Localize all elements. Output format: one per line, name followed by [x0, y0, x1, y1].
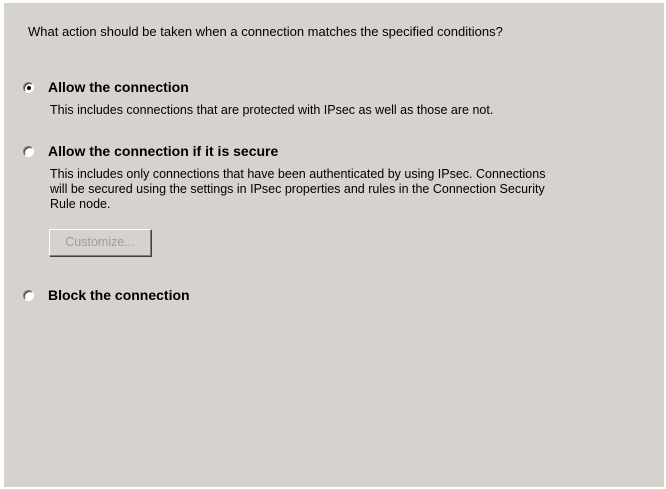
radio-button-allow[interactable]: [23, 81, 34, 93]
radio-button-allow-secure[interactable]: [23, 145, 34, 157]
question-text: What action should be taken when a conne…: [28, 24, 503, 39]
option-description-allow-secure: This includes only connections that have…: [50, 167, 650, 212]
radio-option-allow[interactable]: Allow the connection: [23, 79, 189, 95]
customize-button[interactable]: Customize...: [49, 229, 151, 256]
description-line: This includes only connections that have…: [50, 167, 546, 181]
description-line: This includes connections that are prote…: [50, 103, 494, 117]
option-label-block: Block the connection: [48, 287, 190, 303]
dialog-panel: What action should be taken when a conne…: [4, 3, 664, 487]
option-label-allow: Allow the connection: [48, 79, 189, 95]
radio-option-allow-secure[interactable]: Allow the connection if it is secure: [23, 143, 278, 159]
description-line: Rule node.: [50, 197, 111, 211]
radio-button-block[interactable]: [23, 289, 34, 301]
option-description-allow: This includes connections that are prote…: [50, 103, 650, 118]
description-line: will be secured using the settings in IP…: [50, 182, 545, 196]
radio-option-block[interactable]: Block the connection: [23, 287, 190, 303]
option-label-allow-secure: Allow the connection if it is secure: [48, 143, 279, 159]
